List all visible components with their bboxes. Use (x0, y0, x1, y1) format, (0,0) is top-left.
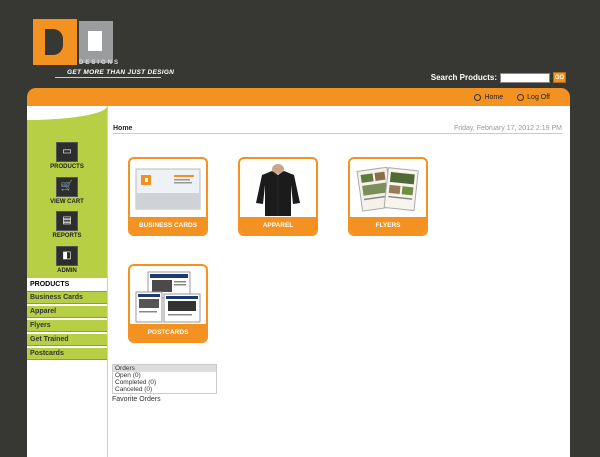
logo-tagline: GET MORE THAN JUST DESIGN (67, 69, 175, 76)
sidebar-item-get-trained[interactable]: Get Trained (27, 334, 107, 346)
postcard-image (135, 271, 201, 323)
sidebar-item-postcards[interactable]: Postcards (27, 348, 107, 360)
search-input[interactable] (500, 72, 550, 83)
top-nav: Home Log Off (27, 88, 570, 106)
search-label: Search Products: (430, 73, 497, 82)
sidebar-button-label: PRODUCTS (50, 164, 84, 170)
home-icon (474, 93, 482, 101)
home-label: Home (484, 93, 504, 101)
reports-icon: ▤ (56, 211, 78, 231)
sidebar-products-heading: PRODUCTS (27, 278, 107, 292)
sidebar-item-business-cards[interactable]: Business Cards (27, 292, 107, 304)
sidebar-button-reports[interactable]: ▤ REPORTS (45, 211, 89, 239)
sidebar-button-admin[interactable]: ◧ ADMIN (45, 246, 89, 274)
home-link[interactable]: Home (474, 93, 504, 101)
go-button[interactable]: GO (553, 72, 566, 83)
sidebar-item-flyers[interactable]: Flyers (27, 320, 107, 332)
search-bar: Search Products: GO (431, 72, 566, 83)
orders-canceled[interactable]: Canceled (0) (113, 386, 216, 393)
orders-panel: Orders Open (0) Completed (0) Canceled (… (112, 364, 217, 394)
divider (113, 133, 562, 134)
cart-icon: 🛒 (56, 177, 78, 197)
sidebar-button-label: ADMIN (57, 268, 77, 274)
sidebar-button-label: REPORTS (52, 233, 82, 239)
orders-title: Orders (113, 365, 216, 372)
products-icon: ▭ (56, 142, 78, 162)
orders-completed[interactable]: Completed (0) (113, 379, 216, 386)
logo-designs: DESIGNS (79, 60, 121, 66)
business-card-image (135, 168, 201, 210)
tile-label: POSTCARDS (130, 324, 206, 341)
company-logo[interactable]: DESIGNS GET MORE THAN JUST DESIGN (33, 19, 174, 79)
content-panel: ▭ PRODUCTS 🛒 VIEW CART ▤ REPORTS ◧ ADMIN… (27, 106, 570, 457)
tile-label: BUSINESS CARDS (130, 217, 206, 234)
logoff-link[interactable]: Log Off (517, 93, 550, 101)
admin-icon: ◧ (56, 246, 78, 266)
sidebar-button-products[interactable]: ▭ PRODUCTS (45, 142, 89, 170)
product-tile-flyers[interactable]: FLYERS (348, 157, 428, 236)
logoff-icon (517, 93, 525, 101)
sidebar-button-label: VIEW CART (50, 199, 84, 205)
tile-label: APPAREL (240, 217, 316, 234)
logoff-label: Log Off (527, 93, 550, 101)
sidebar: ▭ PRODUCTS 🛒 VIEW CART ▤ REPORTS ◧ ADMIN… (27, 106, 108, 457)
sidebar-button-view-cart[interactable]: 🛒 VIEW CART (45, 177, 89, 205)
tile-label: FLYERS (350, 217, 426, 234)
favorite-orders[interactable]: Favorite Orders (112, 396, 161, 403)
orders-open[interactable]: Open (0) (113, 372, 216, 379)
breadcrumb[interactable]: Home (113, 125, 132, 132)
date-display: Friday, February 17, 2012 2:19 PM (453, 125, 562, 132)
product-tile-apparel[interactable]: APPAREL (238, 157, 318, 236)
product-tile-postcards[interactable]: POSTCARDS (128, 264, 208, 343)
shirt-image (244, 163, 312, 216)
product-tile-business-cards[interactable]: BUSINESS CARDS (128, 157, 208, 236)
flyer-image (356, 166, 419, 212)
sidebar-item-apparel[interactable]: Apparel (27, 306, 107, 318)
